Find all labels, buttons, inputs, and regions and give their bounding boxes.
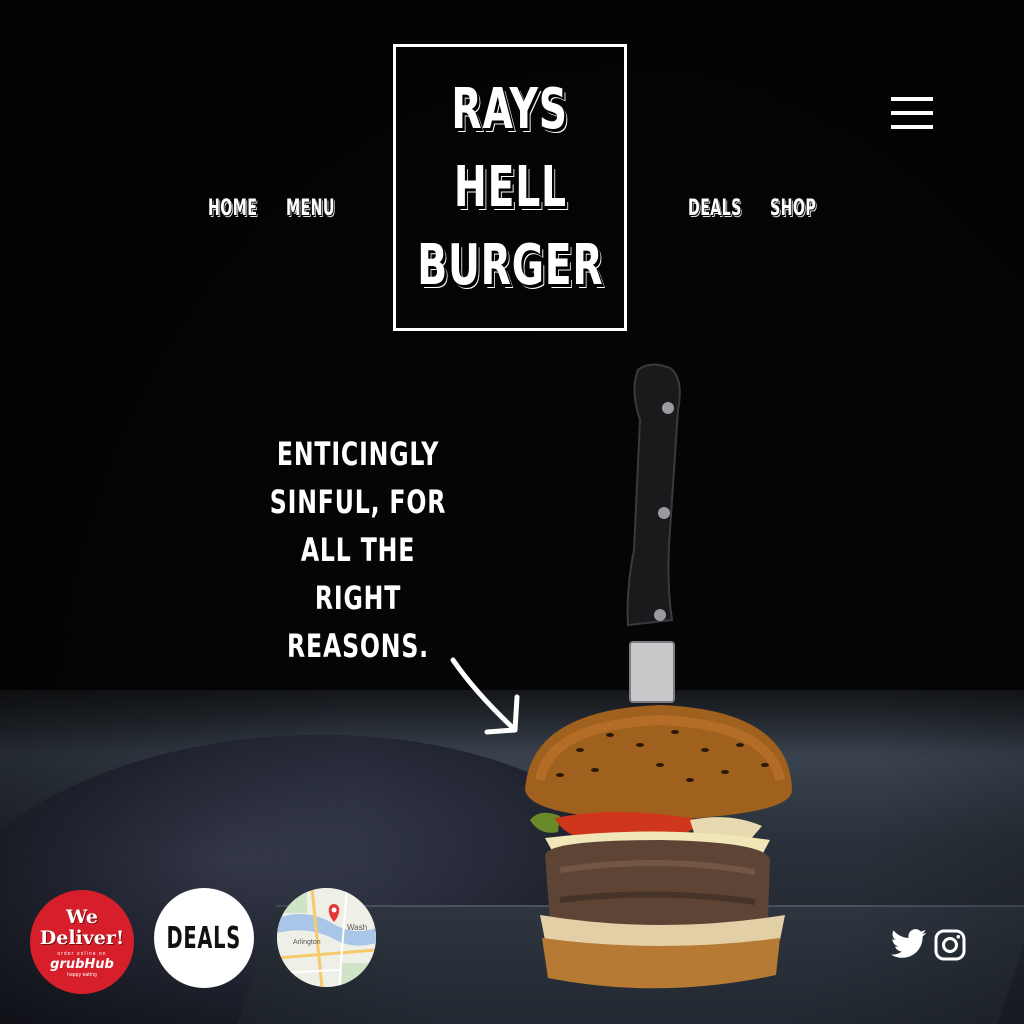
- grubhub-title-1: We: [66, 905, 98, 928]
- deals-badge-label: DEALS: [166, 920, 242, 956]
- map-label-arlington: Arlington: [293, 939, 321, 946]
- deals-badge-button[interactable]: DEALS: [154, 888, 254, 988]
- instagram-icon[interactable]: [934, 929, 966, 961]
- burger-image: [525, 363, 792, 989]
- map-label-washington: Wash: [347, 923, 367, 932]
- grubhub-logo: grubHub: [50, 956, 114, 972]
- twitter-icon[interactable]: [891, 928, 927, 960]
- arrow-icon: [450, 657, 520, 735]
- tagline-line-1: ENTICINGLY: [276, 435, 440, 473]
- nav-deals-link[interactable]: DEALS: [688, 196, 742, 221]
- logo-line-3: BURGER: [416, 232, 604, 298]
- nav-shop-link[interactable]: SHOP: [770, 196, 816, 221]
- tagline-line-2: SINFUL, FOR: [269, 483, 447, 521]
- tagline-line-3: ALL THE: [300, 531, 416, 569]
- brand-logo[interactable]: RAYS HELL BURGER: [393, 44, 627, 331]
- tagline-line-4: RIGHT REASONS.: [287, 579, 429, 665]
- grubhub-title-2: Deliver!: [39, 926, 125, 949]
- nav-home-link[interactable]: HOME: [208, 196, 257, 221]
- logo-line-2: HELL: [453, 154, 567, 220]
- grubhub-tagline: happy eating: [67, 971, 97, 978]
- location-map-button[interactable]: Arlington Wash: [277, 888, 376, 987]
- hamburger-menu-icon[interactable]: [891, 97, 933, 129]
- hero-tagline: ENTICINGLY SINFUL, FOR ALL THE RIGHT REA…: [238, 430, 478, 670]
- grubhub-delivery-badge[interactable]: We Deliver! order online on grubHub happ…: [30, 890, 134, 994]
- logo-line-1: RAYS: [451, 76, 569, 142]
- map-thumbnail: Arlington Wash: [277, 888, 376, 987]
- nav-menu-link[interactable]: MENU: [286, 196, 335, 221]
